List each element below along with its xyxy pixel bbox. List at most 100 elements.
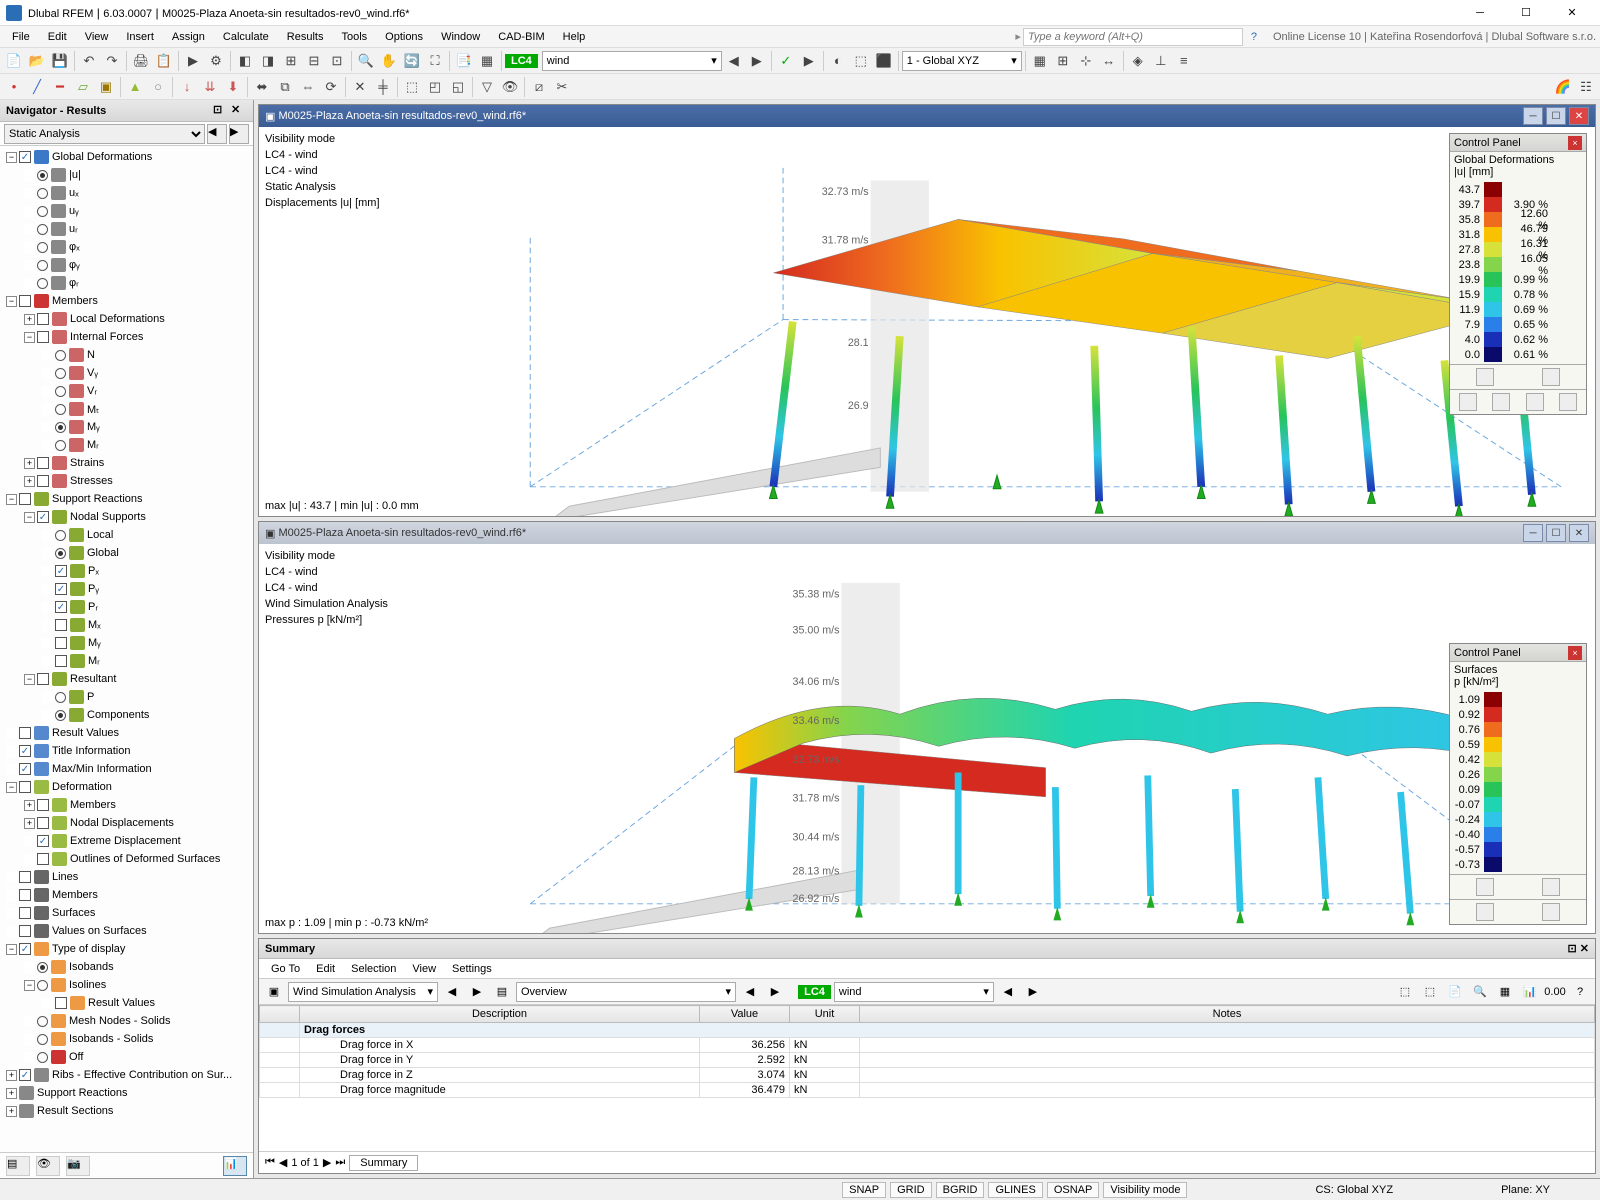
sum-menu-selection[interactable]: Selection [345, 962, 402, 976]
layers-icon[interactable]: ≡ [1173, 50, 1195, 72]
tree-item[interactable]: N [0, 346, 253, 364]
new-icon[interactable]: 📄 [3, 50, 25, 72]
view2-min-icon[interactable]: ─ [1523, 524, 1543, 542]
tree-item[interactable]: −✓Type of display [0, 940, 253, 958]
menu-results[interactable]: Results [279, 29, 332, 45]
support-icon[interactable]: ▲ [124, 76, 146, 98]
tree-item[interactable]: Isobands - Solids [0, 1030, 253, 1048]
solid-icon[interactable]: ⬛ [873, 50, 895, 72]
tree-item[interactable]: +Result Sections [0, 1102, 253, 1120]
maximize-button[interactable]: ☐ [1504, 1, 1548, 25]
tree-item[interactable]: P [0, 688, 253, 706]
tree-item[interactable]: Mesh Nodes - Solids [0, 1012, 253, 1030]
menu-help[interactable]: Help [555, 29, 594, 45]
loadcase-selector[interactable]: LC4 wind▾ [505, 51, 722, 71]
undo-icon[interactable]: ↶ [78, 50, 100, 72]
menu-options[interactable]: Options [377, 29, 431, 45]
load-icon[interactable]: ↓ [176, 76, 198, 98]
sum-menu-settings[interactable]: Settings [446, 962, 498, 976]
tree-item[interactable]: ✓Extreme Displacement [0, 832, 253, 850]
tree-item[interactable]: ✓Pᵣ [0, 598, 253, 616]
tree-item[interactable]: +Nodal Displacements [0, 814, 253, 832]
tree-item[interactable]: +Local Deformations [0, 310, 253, 328]
tree-item[interactable]: φᵧ [0, 256, 253, 274]
view3-icon[interactable]: ⊞ [280, 50, 302, 72]
cp2-btn1[interactable] [1476, 878, 1494, 896]
tree-item[interactable]: |u| [0, 166, 253, 184]
menu-insert[interactable]: Insert [118, 29, 162, 45]
tree-item[interactable]: −Members [0, 292, 253, 310]
sum-menu-goto[interactable]: Go To [265, 962, 306, 976]
tree-item[interactable]: φᵣ [0, 274, 253, 292]
results-tree[interactable]: −✓Global Deformations|u|uₓuᵧuᵣφₓφᵧφᵣ−Mem… [0, 146, 253, 1152]
sum-pin-icon[interactable]: ⊡ [1568, 942, 1577, 955]
control-panel-1[interactable]: Control Panel× Global Deformations |u| [… [1449, 133, 1587, 415]
tree-item[interactable]: −Isolines [0, 976, 253, 994]
vis-icon[interactable]: 👁 [499, 76, 521, 98]
sum-close-icon[interactable]: ✕ [1580, 942, 1589, 955]
tree-item[interactable]: −Internal Forces [0, 328, 253, 346]
section-icon[interactable]: ⧄ [528, 76, 550, 98]
view2-icon[interactable]: ◨ [257, 50, 279, 72]
selwin-icon[interactable]: ◰ [424, 76, 446, 98]
redo-icon[interactable]: ↷ [101, 50, 123, 72]
sum-last-icon[interactable]: ⏭ [335, 1156, 345, 1169]
wire-icon[interactable]: ⬚ [850, 50, 872, 72]
divide-icon[interactable]: ╪ [372, 76, 394, 98]
tree-item[interactable]: Off [0, 1048, 253, 1066]
tree-item[interactable]: +Members [0, 796, 253, 814]
view-close-icon[interactable]: ✕ [1569, 107, 1589, 125]
cp2-tab2[interactable] [1542, 903, 1560, 921]
sum-lc-prev-icon[interactable]: ◀ [997, 981, 1019, 1003]
sum-tab-summary[interactable]: Summary [349, 1155, 418, 1171]
menu-tools[interactable]: Tools [333, 29, 375, 45]
view4-icon[interactable]: ⊟ [303, 50, 325, 72]
lc-prev-icon[interactable]: ◀ [723, 50, 745, 72]
tree-item[interactable]: Mᵣ [0, 436, 253, 454]
sum-lc-next-icon[interactable]: ▶ [1022, 981, 1044, 1003]
tree-item[interactable]: Local [0, 526, 253, 544]
sum-t3-icon[interactable]: 📄 [1444, 981, 1466, 1003]
tree-item[interactable]: ✓Pₓ [0, 562, 253, 580]
axes-icon[interactable]: ⊹ [1075, 50, 1097, 72]
tree-item[interactable]: uᵧ [0, 202, 253, 220]
open-icon[interactable]: 📂 [26, 50, 48, 72]
sum-overview-icon[interactable]: ▤ [491, 981, 513, 1003]
help-icon[interactable]: ? [1245, 31, 1263, 43]
tree-item[interactable]: Mₜ [0, 400, 253, 418]
control-panel-2[interactable]: Control Panel× Surfaces p [kN/m²] 1.090.… [1449, 643, 1587, 925]
dim-icon[interactable]: ↔ [1098, 50, 1120, 72]
status-vismode[interactable]: Visibility mode [1103, 1182, 1187, 1198]
analysis-type-select[interactable]: Static Analysis [4, 124, 205, 144]
sel-icon[interactable]: ⬚ [401, 76, 423, 98]
status-bgrid[interactable]: BGRID [936, 1182, 985, 1198]
sum-t5-icon[interactable]: ▦ [1494, 981, 1516, 1003]
status-osnap[interactable]: OSNAP [1047, 1182, 1100, 1198]
tree-item[interactable]: Mᵧ [0, 418, 253, 436]
del-icon[interactable]: ✕ [349, 76, 371, 98]
summary-table[interactable]: Description Value Unit Notes Drag forces… [259, 1005, 1595, 1151]
nav-tab-views[interactable]: 📷 [66, 1156, 90, 1176]
sum-t1-icon[interactable]: ⬚ [1394, 981, 1416, 1003]
tree-item[interactable]: −Deformation [0, 778, 253, 796]
sum-combo-overview[interactable]: Overview▾ [516, 982, 736, 1002]
viewport-bottom[interactable]: 35.38 m/s 35.00 m/s 34.06 m/s 33.46 m/s … [259, 544, 1595, 933]
menu-window[interactable]: Window [433, 29, 488, 45]
sum-prev2-icon[interactable]: ◀ [739, 981, 761, 1003]
nav-close-icon[interactable]: ✕ [231, 103, 247, 119]
sum-prevp-icon[interactable]: ◀ [279, 1156, 287, 1169]
tree-item[interactable]: Global [0, 544, 253, 562]
sum-combo-analysis[interactable]: Wind Simulation Analysis▾ [288, 982, 438, 1002]
move-icon[interactable]: ⬌ [251, 76, 273, 98]
tree-item[interactable]: Values on Surfaces [0, 922, 253, 940]
rotate-icon[interactable]: 🔄 [401, 50, 423, 72]
menu-edit[interactable]: Edit [40, 29, 75, 45]
lc-next-icon[interactable]: ▶ [746, 50, 768, 72]
nav-icon[interactable]: 📑 [453, 50, 475, 72]
tree-item[interactable]: +Stresses [0, 472, 253, 490]
sum-prev-icon[interactable]: ◀ [441, 981, 463, 1003]
menu-calculate[interactable]: Calculate [215, 29, 277, 45]
tree-item[interactable]: Surfaces [0, 904, 253, 922]
tree-item[interactable]: +Strains [0, 454, 253, 472]
ortho-icon[interactable]: ⊥ [1150, 50, 1172, 72]
